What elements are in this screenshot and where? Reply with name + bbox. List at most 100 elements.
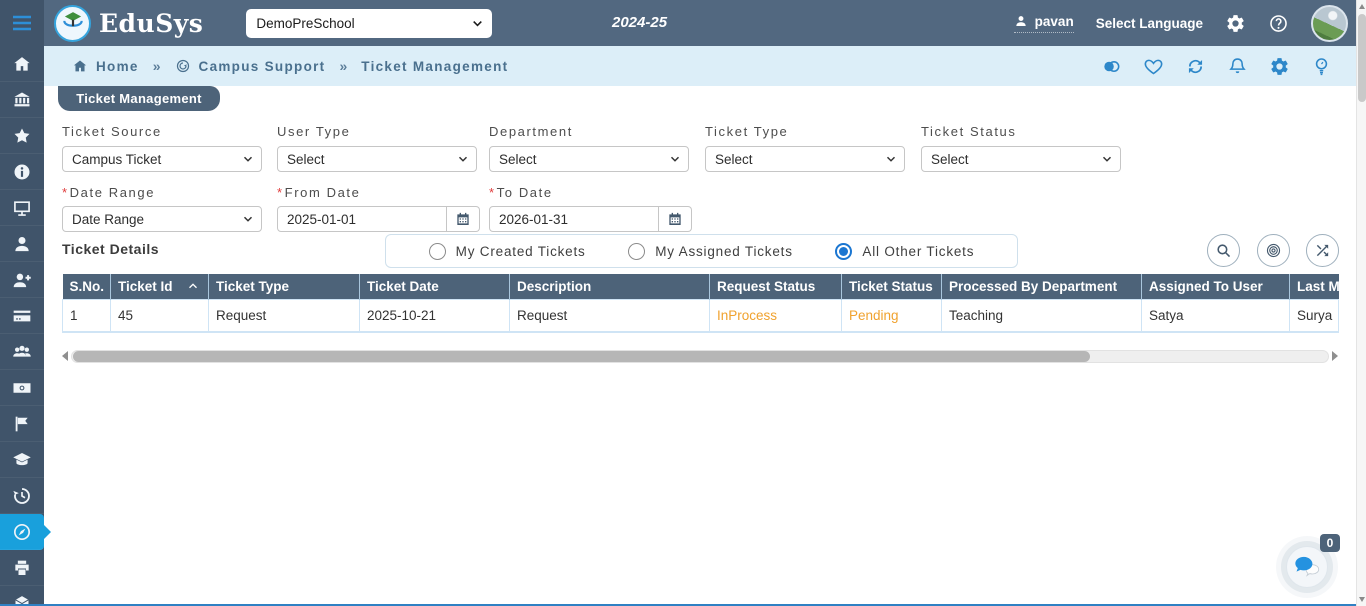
breadcrumb-home[interactable]: Home (72, 58, 139, 74)
col-ticket-id[interactable]: Ticket Id (111, 274, 209, 300)
shuffle-button[interactable] (1306, 234, 1339, 267)
col-processed-by-department[interactable]: Processed By Department (942, 274, 1142, 300)
graduation-cap-icon (12, 450, 32, 470)
col-ticket-date[interactable]: Ticket Date (360, 274, 510, 300)
page-vertical-scrollbar[interactable] (1356, 0, 1366, 606)
scroll-left-arrow[interactable] (62, 351, 68, 361)
target-icon (1265, 242, 1282, 259)
to-date-group: 2026-01-31 (489, 206, 692, 232)
breadcrumb-separator: » (153, 58, 161, 74)
scrollbar-thumb[interactable] (1358, 14, 1366, 102)
sidebar-item-user[interactable] (0, 226, 44, 262)
tab-ticket-management[interactable]: Ticket Management (58, 86, 220, 111)
school-select[interactable]: DemoPreSchool (246, 9, 492, 38)
sidebar-item-flag[interactable] (0, 406, 44, 442)
date-range-select[interactable]: Date Range (62, 206, 262, 232)
col-ticket-type[interactable]: Ticket Type (209, 274, 360, 300)
school-select-value: DemoPreSchool (256, 16, 354, 31)
sidebar-item-fees[interactable] (0, 370, 44, 406)
sidebar-item-institution[interactable] (0, 82, 44, 118)
to-date-calendar-button[interactable] (659, 206, 692, 232)
scroll-up-arrow[interactable] (1359, 4, 1365, 9)
calendar-icon (667, 211, 683, 227)
col-description[interactable]: Description (510, 274, 710, 300)
col-request-status[interactable]: Request Status (710, 274, 842, 300)
sidebar-item-campus-support[interactable] (0, 514, 44, 550)
toggle-icon[interactable] (1101, 56, 1122, 77)
cell-processed-by-department: Teaching (942, 300, 1142, 333)
chevron-down-icon (885, 153, 897, 165)
user-menu[interactable]: pavan (1014, 14, 1074, 33)
from-date-input[interactable]: 2025-01-01 (277, 206, 447, 232)
cell-request-status: InProcess (710, 300, 842, 333)
radio-button[interactable] (628, 243, 645, 260)
cell-ticket-id: 45 (111, 300, 209, 333)
chat-unread-badge: 0 (1320, 534, 1340, 552)
flag-icon (12, 414, 32, 434)
radio-my-created-tickets[interactable]: My Created Tickets (429, 243, 586, 260)
sidebar-item-academics[interactable] (0, 442, 44, 478)
scroll-down-arrow[interactable] (1359, 597, 1365, 602)
from-date-calendar-button[interactable] (447, 206, 480, 232)
refresh-icon[interactable] (1185, 56, 1206, 77)
sidebar-item-history[interactable] (0, 478, 44, 514)
users-group-icon (12, 342, 32, 362)
sidebar-item-monitor[interactable] (0, 190, 44, 226)
scrollbar-track[interactable] (71, 350, 1329, 363)
sort-asc-icon[interactable] (187, 280, 199, 292)
sidebar-item-groups[interactable] (0, 334, 44, 370)
sidebar-item-info[interactable] (0, 154, 44, 190)
to-date-input[interactable]: 2026-01-31 (489, 206, 659, 232)
select-language-button[interactable]: Select Language (1096, 16, 1203, 31)
ticket-details-title: Ticket Details (62, 241, 159, 257)
user-type-select[interactable]: Select (277, 146, 477, 172)
radio-my-assigned-tickets[interactable]: My Assigned Tickets (628, 243, 793, 260)
department-select[interactable]: Select (489, 146, 689, 172)
ticket-status-select[interactable]: Select (921, 146, 1121, 172)
search-button[interactable] (1207, 234, 1240, 267)
chat-button[interactable] (1286, 546, 1328, 588)
help-icon[interactable] (1268, 13, 1289, 34)
chevron-down-icon (669, 153, 681, 165)
notifications-bell-icon[interactable] (1227, 56, 1248, 77)
user-type-value: Select (287, 152, 325, 167)
ticket-source-select[interactable]: Campus Ticket (62, 146, 262, 172)
col-assigned-to-user[interactable]: Assigned To User (1142, 274, 1290, 300)
star-icon (12, 126, 32, 146)
radio-all-other-tickets[interactable]: All Other Tickets (835, 243, 974, 260)
radio-button[interactable] (429, 243, 446, 260)
settings-gear-icon[interactable] (1225, 13, 1246, 34)
sidebar-item-home[interactable] (0, 46, 44, 82)
col-sno[interactable]: S.No. (63, 274, 111, 300)
history-icon (12, 486, 32, 506)
avatar[interactable] (1311, 5, 1348, 42)
ticket-type-select[interactable]: Select (705, 146, 905, 172)
chevron-down-icon (242, 213, 254, 225)
chat-widget[interactable]: 0 (1278, 538, 1336, 596)
settings-gear-icon[interactable] (1269, 56, 1290, 77)
monitor-icon (12, 198, 32, 218)
scrollbar-thumb[interactable] (73, 351, 1090, 362)
table-row[interactable]: 1 45 Request 2025-10-21 Request InProces… (63, 300, 1339, 333)
table-header-row: S.No. Ticket Id Ticket Type Ticket Date … (63, 274, 1339, 300)
favorite-heart-icon[interactable] (1143, 56, 1164, 77)
breadcrumb-campus-support[interactable]: Campus Support (175, 58, 326, 74)
sidebar-item-id-card[interactable] (0, 298, 44, 334)
sidebar-item-add-user[interactable] (0, 262, 44, 298)
breadcrumb-current-page: Ticket Management (361, 59, 508, 74)
ticket-type-label: Ticket Type (705, 124, 788, 139)
col-ticket-status[interactable]: Ticket Status (842, 274, 942, 300)
scroll-right-arrow[interactable] (1332, 351, 1338, 361)
sidebar-item-favorites[interactable] (0, 118, 44, 154)
hamburger-menu-icon[interactable] (0, 0, 44, 46)
info-icon (12, 162, 32, 182)
idea-bulb-icon[interactable] (1311, 56, 1332, 77)
chevron-down-icon (242, 153, 254, 165)
calendar-icon (455, 211, 471, 227)
sidebar-item-print[interactable] (0, 550, 44, 586)
id-card-icon (12, 306, 32, 326)
target-button[interactable] (1257, 234, 1290, 267)
sidebar-item-inventory[interactable] (0, 586, 44, 606)
radio-button-selected[interactable] (835, 243, 852, 260)
col-last-modified[interactable]: Last M (1290, 274, 1339, 300)
